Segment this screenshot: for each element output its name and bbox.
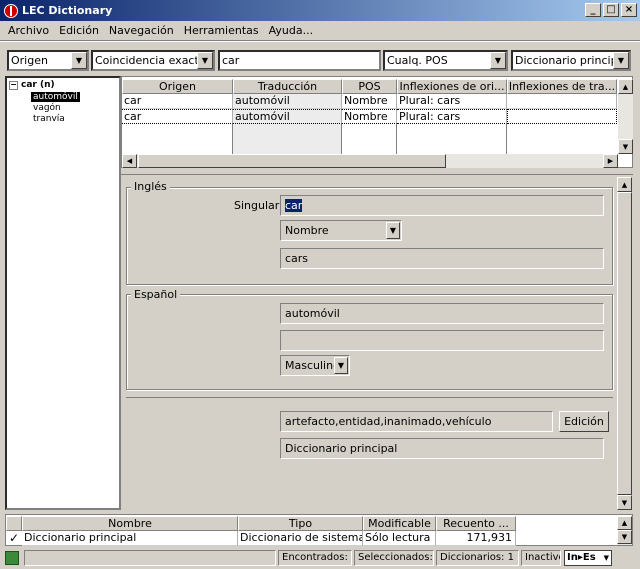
menu-ayuda[interactable]: Ayuda... xyxy=(265,24,317,37)
app-icon xyxy=(4,3,18,18)
dictionary-select[interactable]: Diccionario principal▼ xyxy=(511,50,631,71)
column-header-traduccion[interactable]: Traducción xyxy=(233,79,342,94)
col-divider xyxy=(506,124,507,154)
pos-value: Cualq. POS xyxy=(387,54,448,67)
dictionary-list[interactable]: Nombre Tipo Modificable Recuento ... ✓ D… xyxy=(5,514,633,546)
semantics-field[interactable]: artefacto,entidad,inanimado,vehículo xyxy=(280,411,553,432)
menu-edicion[interactable]: Edición xyxy=(55,24,103,37)
column-header-origen[interactable]: Origen xyxy=(122,79,233,94)
tree-item-tranvia[interactable]: tranvía xyxy=(31,114,67,124)
dict-name-cell[interactable]: Diccionario principal xyxy=(22,531,238,546)
title-bar: LEC Dictionary _ □ × xyxy=(0,0,640,21)
detail-pane: Inglés Singular car Nombre ▼ cars Españo… xyxy=(121,174,633,510)
scroll-up-icon[interactable]: ▲ xyxy=(618,79,633,94)
entry-tree[interactable]: − car (n) automóvil vagón tranvía xyxy=(5,76,121,510)
origin-select[interactable]: Origen ▼ xyxy=(7,50,89,71)
status-found: Encontrados: 4 xyxy=(278,550,352,566)
scroll-down-icon[interactable]: ▼ xyxy=(618,139,633,154)
close-button[interactable]: × xyxy=(621,3,637,17)
search-input[interactable]: car xyxy=(218,50,381,71)
scroll-up-icon[interactable]: ▲ xyxy=(617,516,632,530)
chevron-down-icon[interactable]: ▼ xyxy=(613,52,629,69)
spanish-extra-field[interactable] xyxy=(280,330,604,351)
tree-root-label[interactable]: car (n) xyxy=(21,80,55,90)
gender-select[interactable]: Masculino ▼ xyxy=(280,355,350,376)
scroll-down-icon[interactable]: ▼ xyxy=(617,495,632,510)
scroll-thumb[interactable] xyxy=(138,154,446,168)
dict-type-cell[interactable]: Diccionario de sistema xyxy=(238,531,363,546)
status-empty-panel xyxy=(24,550,276,566)
plural-field[interactable]: cars xyxy=(280,248,604,269)
dictionary-value: Diccionario principal xyxy=(515,54,613,67)
detail-vscrollbar[interactable]: ▲ ▼ xyxy=(617,177,632,510)
col-divider xyxy=(232,124,233,154)
chevron-down-icon[interactable]: ▼ xyxy=(334,357,348,374)
column-header-nombre[interactable]: Nombre xyxy=(22,516,238,531)
status-selected: Seleccionados: 2 xyxy=(354,550,434,566)
singular-value[interactable]: car xyxy=(285,199,303,212)
column-header-check xyxy=(6,516,22,531)
language-selector[interactable]: In▸Es ▼ xyxy=(564,550,612,566)
edit-button[interactable]: Edición xyxy=(559,411,609,432)
collapse-icon[interactable]: − xyxy=(9,80,18,90)
monitor-icon xyxy=(5,551,19,565)
scroll-up-icon[interactable]: ▲ xyxy=(617,177,632,192)
column-header-tipo[interactable]: Tipo xyxy=(238,516,363,531)
column-header-recuento[interactable]: Recuento ... xyxy=(436,516,516,531)
status-bar: Encontrados: 4 Seleccionados: 2 Dicciona… xyxy=(0,548,640,569)
window-title: LEC Dictionary xyxy=(22,4,113,17)
dict-count-cell[interactable]: 171,931 xyxy=(436,531,516,546)
english-pos-value: Nombre xyxy=(285,224,329,237)
english-pos-select[interactable]: Nombre ▼ xyxy=(280,220,402,241)
column-header-modificable[interactable]: Modificable xyxy=(363,516,436,531)
gender-value: Masculino xyxy=(285,359,340,372)
chevron-down-icon[interactable]: ▼ xyxy=(386,222,400,239)
chevron-down-icon[interactable]: ▼ xyxy=(604,551,611,565)
match-value: Coincidencia exacta xyxy=(95,54,197,67)
col-divider xyxy=(396,124,397,154)
dict-modifiable-cell[interactable]: Sólo lectura xyxy=(363,531,436,546)
menu-divider xyxy=(0,40,640,42)
english-group-label: Inglés xyxy=(131,180,170,193)
maximize-button[interactable]: □ xyxy=(603,3,619,17)
scroll-left-icon[interactable]: ◀ xyxy=(122,154,137,168)
dictionary-field[interactable]: Diccionario principal xyxy=(280,438,604,459)
separator xyxy=(126,397,613,398)
singular-label: Singular xyxy=(234,199,280,212)
grid-hscrollbar[interactable]: ◀ ▶ xyxy=(122,154,618,168)
spanish-group-label: Español xyxy=(131,288,181,301)
menu-navegacion[interactable]: Navegación xyxy=(105,24,178,37)
language-value: In▸Es xyxy=(567,552,596,563)
scroll-right-icon[interactable]: ▶ xyxy=(603,154,618,168)
status-dictionaries: Diccionarios: 1 (1) xyxy=(436,550,519,566)
results-grid[interactable]: Origen Traducción POS Inflexiones de ori… xyxy=(121,76,633,168)
menu-archivo[interactable]: Archivo xyxy=(4,24,53,37)
tree-item-vagon[interactable]: vagón xyxy=(31,103,63,113)
pos-select[interactable]: Cualq. POS ▼ xyxy=(383,50,508,71)
chevron-down-icon[interactable]: ▼ xyxy=(490,52,506,69)
column-header-inflexiones-traduccion[interactable]: Inflexiones de tra... xyxy=(507,79,617,94)
grid-vscrollbar[interactable]: ▲ ▼ xyxy=(618,79,633,154)
column-header-pos[interactable]: POS xyxy=(342,79,397,94)
singular-field[interactable]: car xyxy=(280,195,604,216)
col-divider xyxy=(341,124,342,154)
chevron-down-icon[interactable]: ▼ xyxy=(71,52,87,69)
check-icon[interactable]: ✓ xyxy=(7,531,21,546)
match-select[interactable]: Coincidencia exacta ▼ xyxy=(91,50,215,71)
search-value[interactable]: car xyxy=(220,54,379,67)
tree-root[interactable]: − car (n) xyxy=(9,80,55,90)
origin-value: Origen xyxy=(11,54,48,67)
tree-item-automovil[interactable]: automóvil xyxy=(31,92,80,102)
scroll-down-icon[interactable]: ▼ xyxy=(617,530,632,544)
list-vscrollbar[interactable]: ▲ ▼ xyxy=(617,516,632,545)
minimize-button[interactable]: _ xyxy=(585,3,601,17)
chevron-down-icon[interactable]: ▼ xyxy=(197,52,213,69)
spanish-word-field[interactable]: automóvil xyxy=(280,303,604,324)
status-state: Inactivo xyxy=(521,550,561,566)
scroll-thumb[interactable] xyxy=(617,192,632,495)
menu-bar: Archivo Edición Navegación Herramientas … xyxy=(0,21,640,39)
column-header-inflexiones-origen[interactable]: Inflexiones de ori... xyxy=(397,79,507,94)
menu-herramientas[interactable]: Herramientas xyxy=(180,24,263,37)
